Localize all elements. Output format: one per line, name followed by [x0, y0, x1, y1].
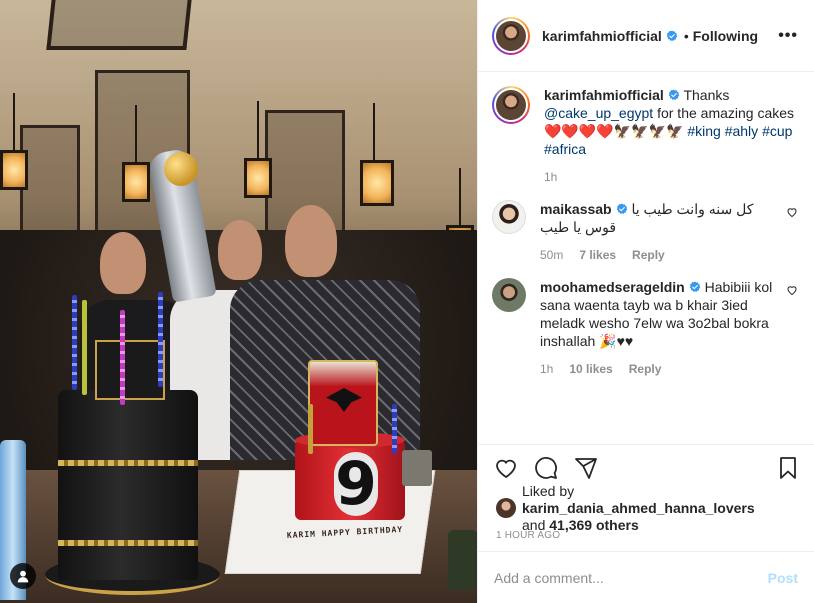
heart-icon[interactable]: [786, 206, 798, 218]
comment-likes[interactable]: 10 likes: [569, 360, 612, 378]
hashtag-link[interactable]: #cup: [762, 123, 792, 139]
author-username[interactable]: karimfahmiofficial: [542, 28, 662, 44]
comment-icon[interactable]: [534, 456, 558, 480]
candle: [72, 295, 77, 390]
photo-lamp: [244, 101, 272, 198]
post-side-panel: karimfahmiofficial • Following ••• karim…: [477, 0, 814, 603]
following-button[interactable]: Following: [693, 28, 758, 44]
person-head: [285, 205, 337, 277]
verified-badge-icon: [689, 281, 700, 292]
comments-list[interactable]: karimfahmiofficial Thanks @cake_up_egypt…: [478, 72, 814, 444]
caption-text: Thanks: [683, 87, 730, 103]
comment-item: moohamedserageldin Habibiii kol sana wae…: [492, 278, 798, 378]
candle: [308, 404, 313, 454]
photo-lamp: [0, 93, 28, 190]
liked-by: Liked by karim_dania_ahmed_hanna_lovers …: [478, 483, 814, 533]
trophy-ball: [164, 152, 198, 186]
photo-doorway: [20, 125, 80, 245]
hashtag-link[interactable]: #ahly: [725, 123, 758, 139]
heart-icon[interactable]: [494, 456, 518, 480]
comment-username[interactable]: maikassab: [540, 201, 612, 217]
commenter-avatar[interactable]: [492, 278, 526, 312]
photo-lamp: [360, 103, 394, 206]
liked-by-prefix: Liked by: [522, 482, 575, 499]
caption-time[interactable]: 1h: [544, 168, 557, 186]
cake-gold-band: [58, 540, 198, 546]
caption-author-avatar[interactable]: [492, 86, 530, 124]
comment-username[interactable]: moohamedserageldin: [540, 279, 685, 295]
post-header: karimfahmiofficial • Following •••: [478, 0, 814, 72]
candle: [82, 300, 87, 395]
verified-badge-icon: [616, 203, 627, 214]
caption-emojis: ❤️❤️❤️❤️🦅🦅🦅🦅: [544, 123, 684, 139]
bookmark-icon[interactable]: [776, 456, 800, 480]
cup: [448, 530, 477, 590]
comment-time[interactable]: 50m: [540, 246, 563, 264]
photo-lamp: [122, 105, 150, 202]
reply-button[interactable]: Reply: [632, 246, 665, 264]
caption-text: for the amazing cakes: [653, 105, 795, 121]
black-cake-top-tier: [95, 340, 165, 400]
person-head: [218, 220, 262, 280]
more-options-icon[interactable]: •••: [778, 27, 798, 45]
paper-plane-icon[interactable]: [574, 456, 598, 480]
tagged-users-button[interactable]: [10, 563, 36, 589]
commenter-avatar[interactable]: [492, 200, 526, 234]
comment-item: maikassab كل سنه وانت طيب يا قوس يا طيب …: [492, 200, 798, 264]
verified-badge-icon: [666, 30, 678, 41]
separator-dot: •: [683, 27, 689, 44]
author-avatar[interactable]: [492, 16, 530, 55]
instagram-post-modal: KARIM HAPPY BIRTHDAY 9 karimfahmiofficia…: [0, 0, 814, 603]
post-timestamp[interactable]: 1 HOUR AGO: [478, 526, 814, 551]
heart-icon[interactable]: [786, 284, 798, 296]
mug: [402, 450, 432, 486]
hashtag-link[interactable]: #africa: [544, 141, 586, 157]
black-cake: [58, 390, 198, 580]
add-comment-bar: Post: [478, 551, 814, 603]
reply-button[interactable]: Reply: [629, 360, 662, 378]
candle: [392, 404, 397, 454]
comment-input[interactable]: [494, 569, 768, 586]
post-photo[interactable]: KARIM HAPPY BIRTHDAY 9: [0, 0, 477, 603]
mention-link[interactable]: @cake_up_egypt: [544, 105, 653, 121]
post-comment-button[interactable]: Post: [768, 570, 798, 586]
caption-username[interactable]: karimfahmiofficial: [544, 87, 664, 103]
hashtag-link[interactable]: #king: [687, 123, 720, 139]
comment-likes[interactable]: 7 likes: [579, 246, 616, 264]
cake-gold-band: [58, 460, 198, 466]
person-head: [100, 232, 146, 294]
verified-badge-icon: [668, 89, 680, 100]
candle: [158, 292, 163, 387]
liker-avatar[interactable]: [496, 498, 516, 518]
photo-chandelier: [46, 0, 194, 50]
comment-time[interactable]: 1h: [540, 360, 553, 378]
candle: [120, 310, 125, 405]
user-tag-icon: [17, 570, 29, 583]
number-topper: 9: [334, 449, 378, 519]
caption: karimfahmiofficial Thanks @cake_up_egypt…: [492, 86, 798, 186]
liker-username[interactable]: karim_dania_ahmed_hanna_lovers: [522, 500, 755, 516]
